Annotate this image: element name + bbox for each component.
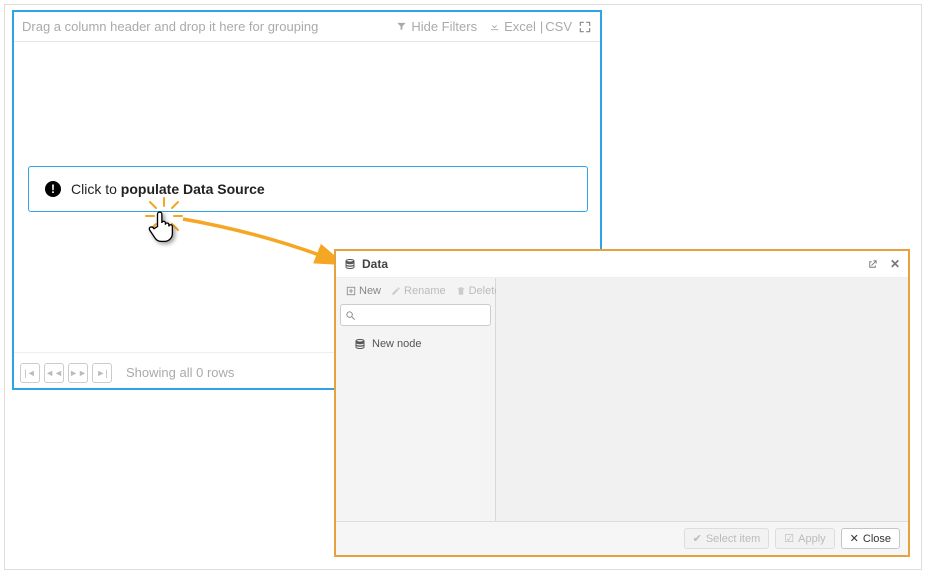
modal-content bbox=[496, 278, 908, 521]
plus-square-icon bbox=[346, 286, 356, 296]
group-drop-hint[interactable]: Drag a column header and drop it here fo… bbox=[22, 19, 384, 34]
pager-next-button[interactable]: ►► bbox=[68, 363, 88, 383]
populate-prefix: Click to bbox=[71, 181, 121, 197]
select-item-label: Select item bbox=[706, 533, 760, 545]
modal-sidebar: New Rename Delete bbox=[336, 278, 496, 521]
grid-header: Drag a column header and drop it here fo… bbox=[14, 12, 600, 42]
select-item-button[interactable]: ✔ Select item bbox=[684, 528, 770, 549]
close-icon[interactable]: ✕ bbox=[890, 257, 900, 271]
filter-icon bbox=[396, 21, 407, 32]
export-excel-button[interactable]: Excel bbox=[489, 19, 536, 34]
database-icon bbox=[354, 338, 366, 350]
modal-title: Data bbox=[362, 257, 388, 271]
rename-label: Rename bbox=[404, 285, 446, 297]
populate-text: Click to populate Data Source bbox=[71, 181, 265, 197]
export-csv-button[interactable]: CSV bbox=[545, 19, 572, 34]
pager-first-button[interactable]: |◄ bbox=[20, 363, 40, 383]
fullscreen-icon[interactable] bbox=[578, 20, 592, 34]
pager-last-button[interactable]: ►| bbox=[92, 363, 112, 383]
row-count-label: Showing all 0 rows bbox=[126, 365, 234, 380]
trash-icon bbox=[456, 286, 466, 296]
check-badge-icon: ☑ bbox=[784, 532, 794, 545]
hide-filters-button[interactable]: Hide Filters bbox=[396, 19, 477, 34]
populate-data-source-banner[interactable]: ! Click to populate Data Source bbox=[28, 166, 588, 212]
x-icon: ✕ bbox=[850, 532, 859, 545]
export-excel-label: Excel bbox=[504, 19, 536, 34]
search-input-wrap[interactable] bbox=[340, 304, 491, 326]
tree-item-label: New node bbox=[372, 338, 422, 350]
info-icon: ! bbox=[45, 181, 61, 197]
search-icon bbox=[345, 310, 356, 321]
modal-footer: ✔ Select item ☑ Apply ✕ Close bbox=[336, 521, 908, 555]
modal-body: New Rename Delete bbox=[336, 278, 908, 521]
sidebar-toolbar: New Rename Delete bbox=[340, 282, 491, 300]
export-separator: | bbox=[540, 19, 543, 34]
export-csv-label: CSV bbox=[545, 19, 572, 34]
tree: New node bbox=[340, 330, 491, 356]
edit-icon bbox=[391, 286, 401, 296]
pager-prev-button[interactable]: ◄◄ bbox=[44, 363, 64, 383]
new-label: New bbox=[359, 285, 381, 297]
data-modal: Data ✕ New Rename bbox=[334, 249, 910, 557]
apply-label: Apply bbox=[798, 533, 826, 545]
rename-button[interactable]: Rename bbox=[387, 284, 450, 298]
download-icon bbox=[489, 21, 500, 32]
database-icon bbox=[344, 258, 356, 270]
hide-filters-label: Hide Filters bbox=[411, 19, 477, 34]
new-button[interactable]: New bbox=[342, 284, 385, 298]
tree-item-new-node[interactable]: New node bbox=[354, 336, 487, 352]
close-label: Close bbox=[863, 533, 891, 545]
popout-icon[interactable] bbox=[867, 259, 878, 270]
search-input[interactable] bbox=[360, 309, 502, 321]
check-icon: ✔ bbox=[693, 532, 702, 545]
modal-titlebar[interactable]: Data ✕ bbox=[336, 251, 908, 278]
populate-bold: populate Data Source bbox=[121, 181, 265, 197]
apply-button[interactable]: ☑ Apply bbox=[775, 528, 834, 549]
close-button[interactable]: ✕ Close bbox=[841, 528, 900, 549]
